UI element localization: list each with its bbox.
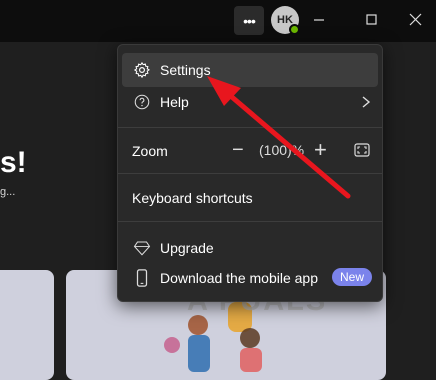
- annotation-arrow: [207, 76, 351, 199]
